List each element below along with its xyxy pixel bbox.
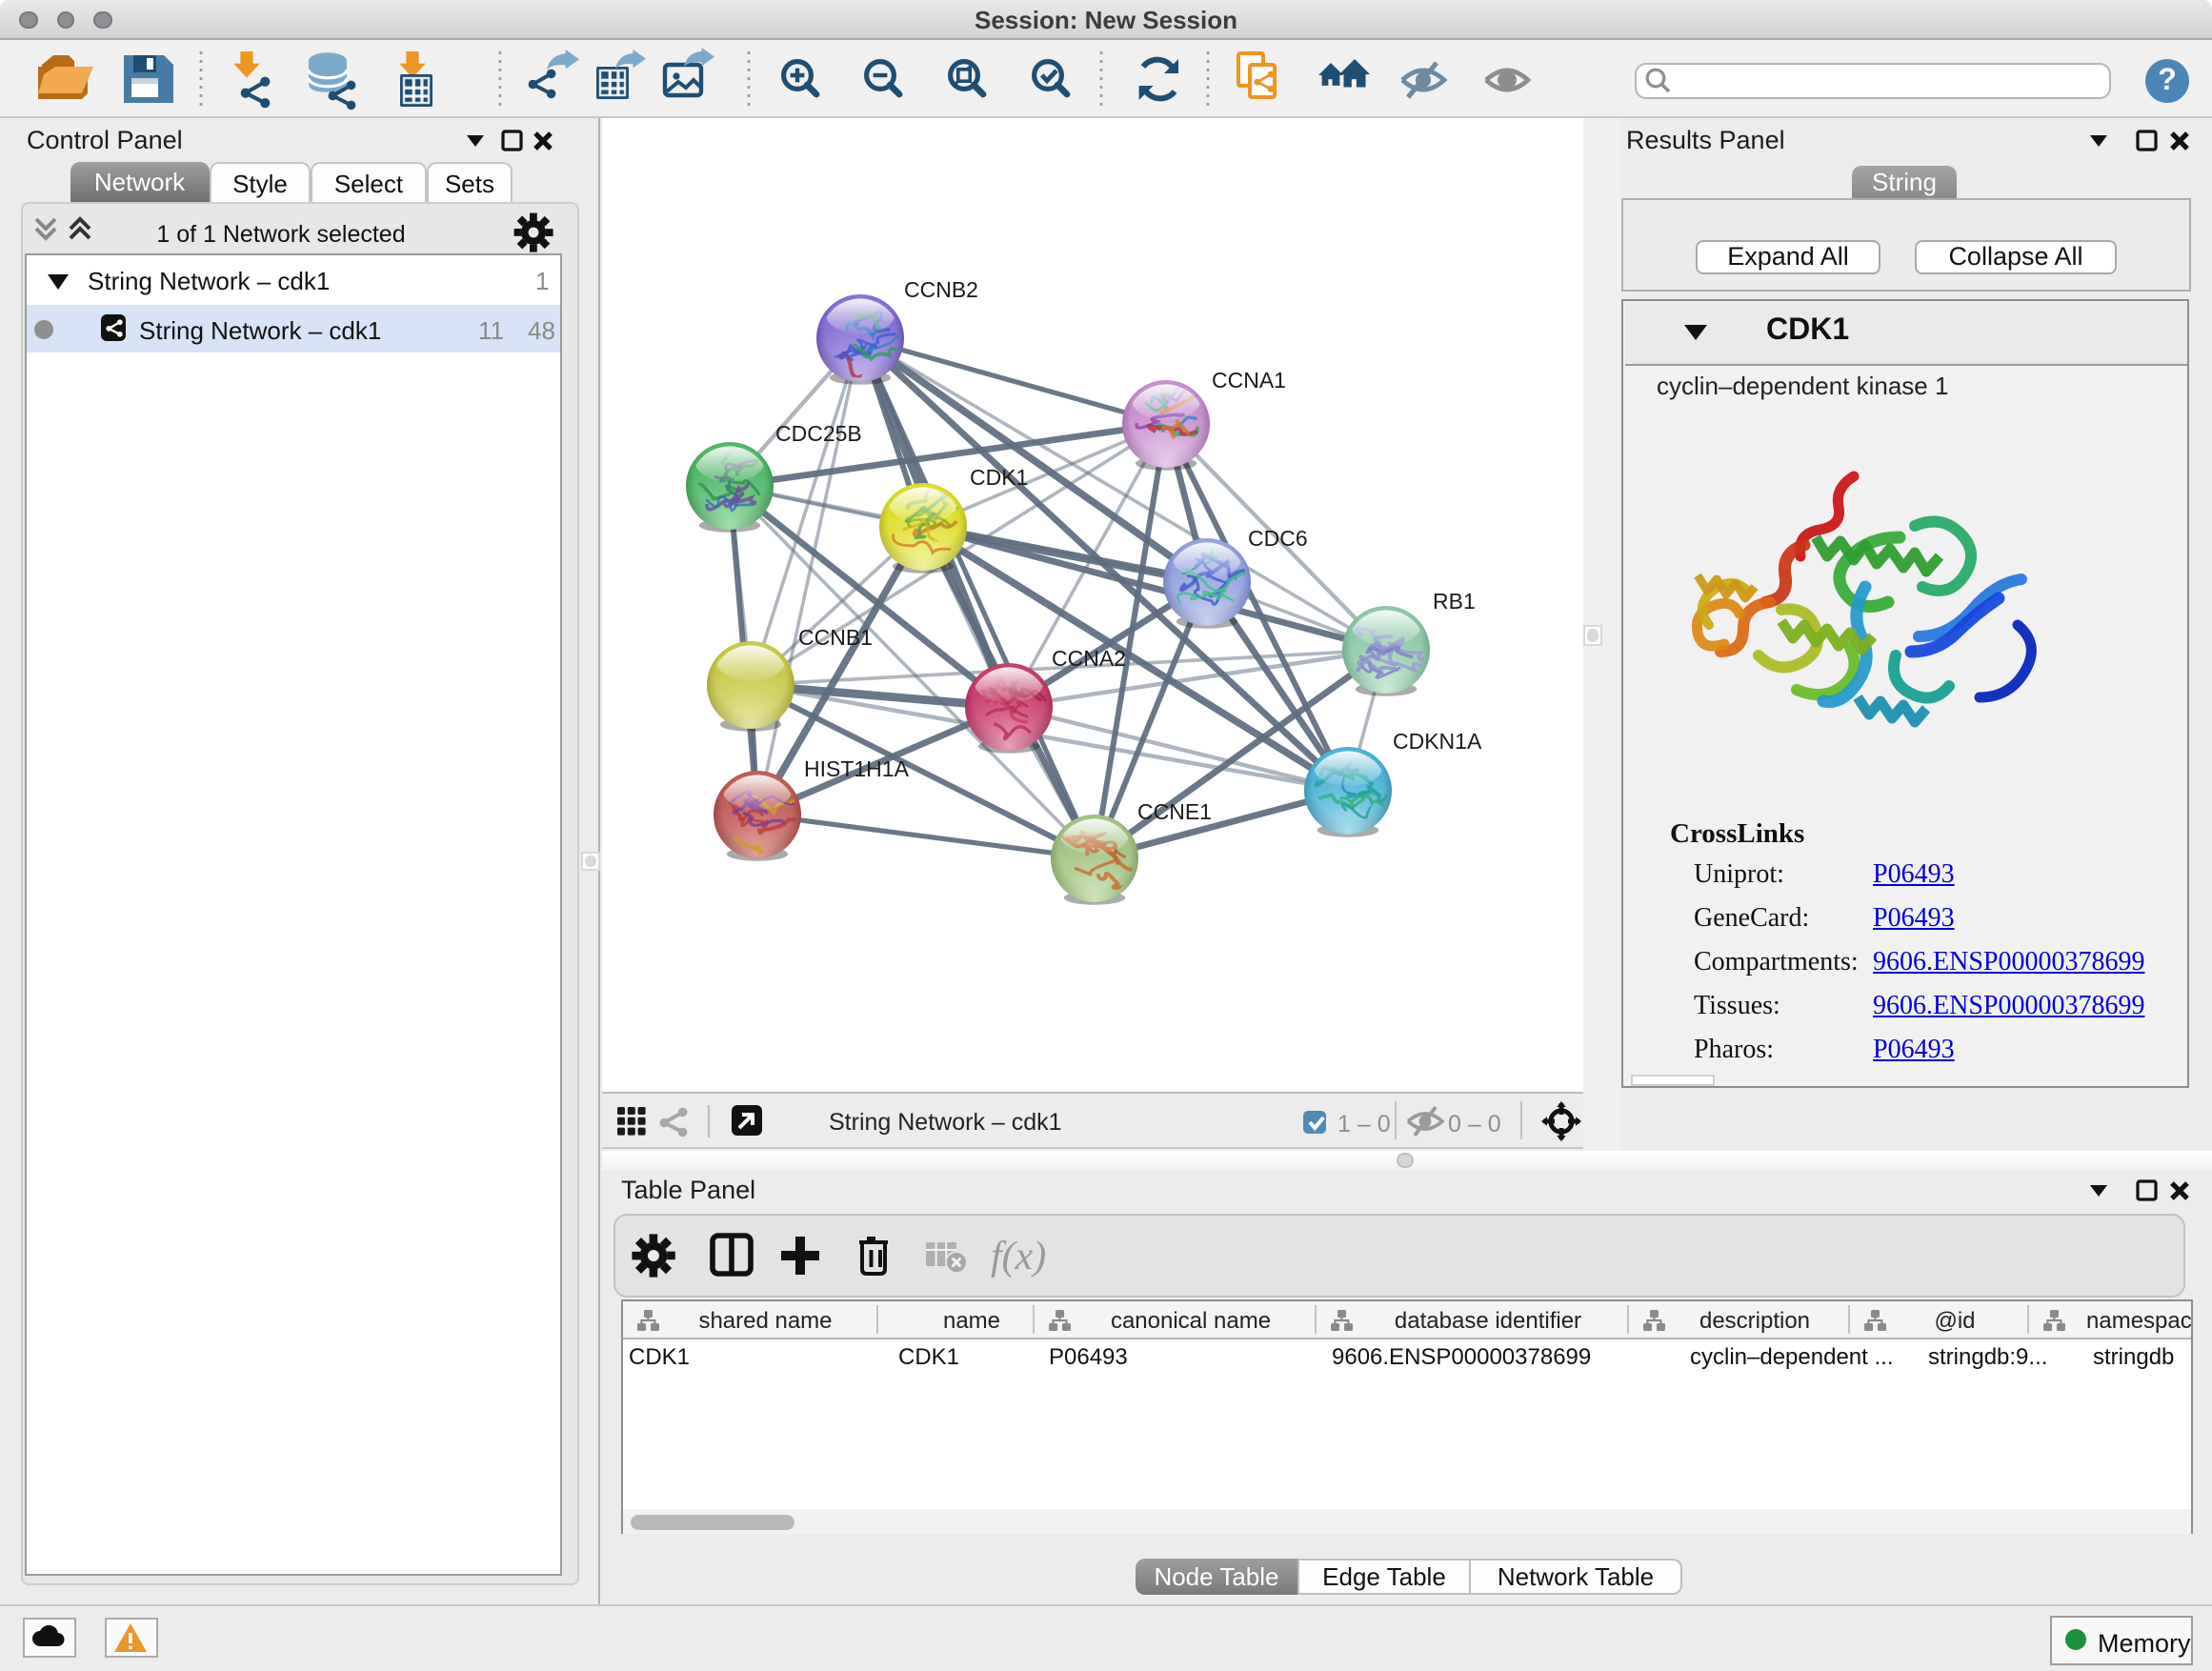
svg-text:CCNB1: CCNB1 xyxy=(798,625,873,650)
svg-text:CCNA1: CCNA1 xyxy=(1212,368,1286,393)
svg-text:CCNE1: CCNE1 xyxy=(1137,799,1212,824)
svg-text:CDC6: CDC6 xyxy=(1248,526,1308,551)
svg-text:CCNA2: CCNA2 xyxy=(1052,646,1126,671)
svg-text:CCNB2: CCNB2 xyxy=(904,277,978,302)
svg-text:HIST1H1A: HIST1H1A xyxy=(804,756,910,781)
svg-text:RB1: RB1 xyxy=(1433,589,1476,614)
svg-text:CDC25B: CDC25B xyxy=(775,421,862,446)
svg-text:CDK1: CDK1 xyxy=(970,465,1028,490)
svg-text:f(x): f(x) xyxy=(991,1235,1046,1278)
svg-text:CDKN1A: CDKN1A xyxy=(1393,729,1482,754)
